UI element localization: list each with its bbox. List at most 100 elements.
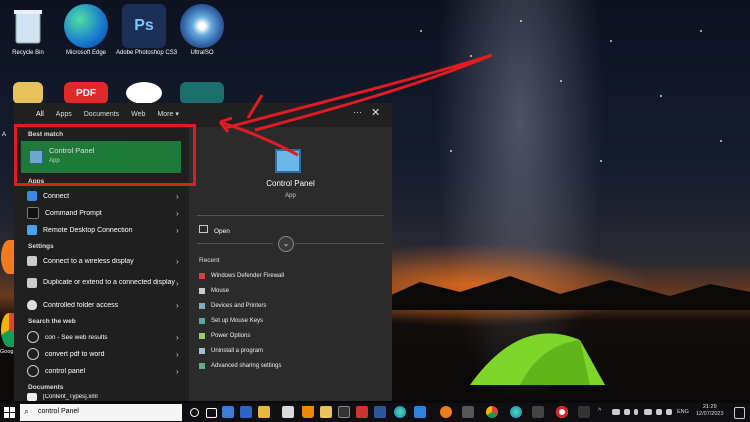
web-result-con[interactable]: con - See web results › (21, 329, 186, 345)
taskbar: ⌕ control Panel ^ ENG 21:29 12/07/2023 (0, 403, 750, 422)
web-result-control-panel[interactable]: control panel › (21, 363, 186, 379)
chevron-right-icon: › (176, 208, 179, 218)
recent-item[interactable]: Advanced sharing settings (199, 363, 281, 369)
task-view-icon[interactable] (206, 408, 217, 418)
firefox-icon[interactable] (440, 406, 452, 418)
search-icon (27, 348, 39, 360)
desktop-icon-ultraiso[interactable]: UltraISO (174, 4, 230, 56)
chevron-right-icon: › (176, 332, 179, 342)
recent-item[interactable]: Power Options (199, 333, 250, 339)
document-icon (27, 393, 37, 401)
filmora-icon (180, 82, 224, 104)
taskbar-app-icon[interactable] (240, 406, 252, 418)
store-icon[interactable] (258, 406, 270, 418)
ultraiso-icon (180, 4, 224, 48)
taskbar-app-icon[interactable] (578, 406, 590, 418)
result-connect[interactable]: Connect › (21, 188, 186, 204)
edge-icon[interactable] (510, 406, 522, 418)
mouse-keys-icon (199, 318, 205, 324)
control-panel-icon (275, 149, 301, 173)
detail-title: Control Panel (266, 179, 315, 188)
vlc-icon[interactable] (302, 406, 314, 418)
mouse-icon (199, 288, 205, 294)
divider (197, 215, 384, 216)
clock[interactable]: 21:29 12/07/2023 (696, 404, 724, 418)
network-icon[interactable] (624, 409, 630, 415)
chevron-right-icon: › (176, 278, 179, 288)
language-indicator[interactable]: ENG (677, 409, 689, 415)
printer-icon (199, 303, 205, 309)
mail-icon[interactable] (282, 406, 294, 418)
taskbar-search-input[interactable]: ⌕ control Panel (20, 404, 182, 421)
desktop-icon-photoshop[interactable]: Ps Adobe Photoshop CS3 (116, 4, 177, 56)
open-icon (199, 225, 208, 233)
chevron-right-icon: › (176, 300, 179, 310)
folder-icon (13, 82, 43, 104)
detail-subtitle: App (285, 193, 296, 199)
detail-pane: Control Panel App Open ⌄ Recent Windows … (189, 127, 392, 401)
recent-item[interactable]: Set up Mouse Keys (199, 318, 263, 324)
desktop-icon-filmora[interactable] (174, 82, 230, 104)
volume-icon[interactable] (656, 409, 662, 415)
section-documents: Documents (28, 384, 64, 391)
divider (197, 243, 273, 244)
display-icon (27, 256, 37, 266)
microphone-icon[interactable] (634, 409, 638, 415)
result-remote-desktop[interactable]: Remote Desktop Connection › (21, 222, 186, 238)
edge-icon (64, 4, 108, 48)
tray-overflow-icon[interactable]: ^ (598, 408, 601, 415)
taskbar-app-icon[interactable] (222, 406, 234, 418)
firewall-icon (199, 273, 205, 279)
chrome-icon[interactable] (486, 406, 498, 418)
wifi-icon[interactable] (666, 409, 672, 415)
taskbar-app-icon[interactable] (414, 406, 426, 418)
recent-header: Recent (199, 257, 220, 264)
chevron-right-icon: › (176, 225, 179, 235)
result-wireless-display[interactable]: Connect to a wireless display › (21, 253, 186, 269)
taskbar-app-icon[interactable] (356, 406, 368, 418)
close-icon[interactable]: ✕ (371, 106, 380, 119)
desktop-icon-recycle-bin[interactable]: Recycle Bin (0, 4, 56, 56)
mountains-silhouette (380, 276, 750, 310)
windows-start-icon[interactable] (4, 407, 15, 418)
clock-time: 21:29 (702, 404, 717, 410)
record-icon (126, 82, 162, 104)
connect-icon (27, 191, 37, 201)
desktop-icon-pdf[interactable]: PDF (58, 82, 114, 104)
recent-item[interactable]: Windows Defender Firewall (199, 273, 284, 279)
clock-date: 12/07/2023 (696, 411, 724, 417)
battery-icon[interactable] (644, 409, 652, 415)
result-controlled-folder[interactable]: Controlled folder access › (21, 297, 186, 313)
file-explorer-icon[interactable] (320, 406, 332, 418)
more-options-icon[interactable]: ··· (353, 107, 362, 117)
pdf-icon: PDF (64, 82, 108, 104)
recent-item[interactable]: Devices and Printers (199, 303, 266, 309)
desktop-icon-recorder[interactable] (116, 82, 172, 104)
word-icon[interactable] (374, 406, 386, 418)
desktop-icon-microsoft-edge[interactable]: Microsoft Edge (58, 4, 114, 56)
notifications-icon[interactable] (734, 407, 745, 419)
recent-item[interactable]: Uninstall a program (199, 348, 263, 354)
network-icon (199, 363, 205, 369)
result-command-prompt[interactable]: Command Prompt › (21, 205, 186, 221)
document-result[interactable]: [Content_Types].xml (21, 393, 186, 401)
divider (295, 243, 384, 244)
annotation-highlight-box (14, 124, 196, 186)
recent-item[interactable]: Mouse (199, 288, 229, 294)
web-result-convert-pdf[interactable]: convert pdf to word › (21, 346, 186, 362)
open-action[interactable]: Open (199, 225, 230, 235)
section-settings: Settings (28, 243, 54, 250)
remote-desktop-icon (27, 225, 37, 235)
cloud-icon[interactable] (612, 409, 620, 415)
edge-icon[interactable] (394, 406, 406, 418)
section-web: Search the web (28, 318, 76, 325)
taskbar-app-icon[interactable] (338, 406, 350, 418)
taskbar-app-icon[interactable] (532, 406, 544, 418)
expand-chevron-icon[interactable]: ⌄ (278, 236, 294, 252)
recorder-icon[interactable] (556, 406, 568, 418)
cortana-icon[interactable] (190, 408, 199, 417)
desktop-icon-folder[interactable] (0, 82, 56, 104)
power-icon (199, 333, 205, 339)
result-duplicate-display[interactable]: Duplicate or extend to a connected displ… (21, 271, 186, 295)
taskbar-app-icon[interactable] (462, 406, 474, 418)
